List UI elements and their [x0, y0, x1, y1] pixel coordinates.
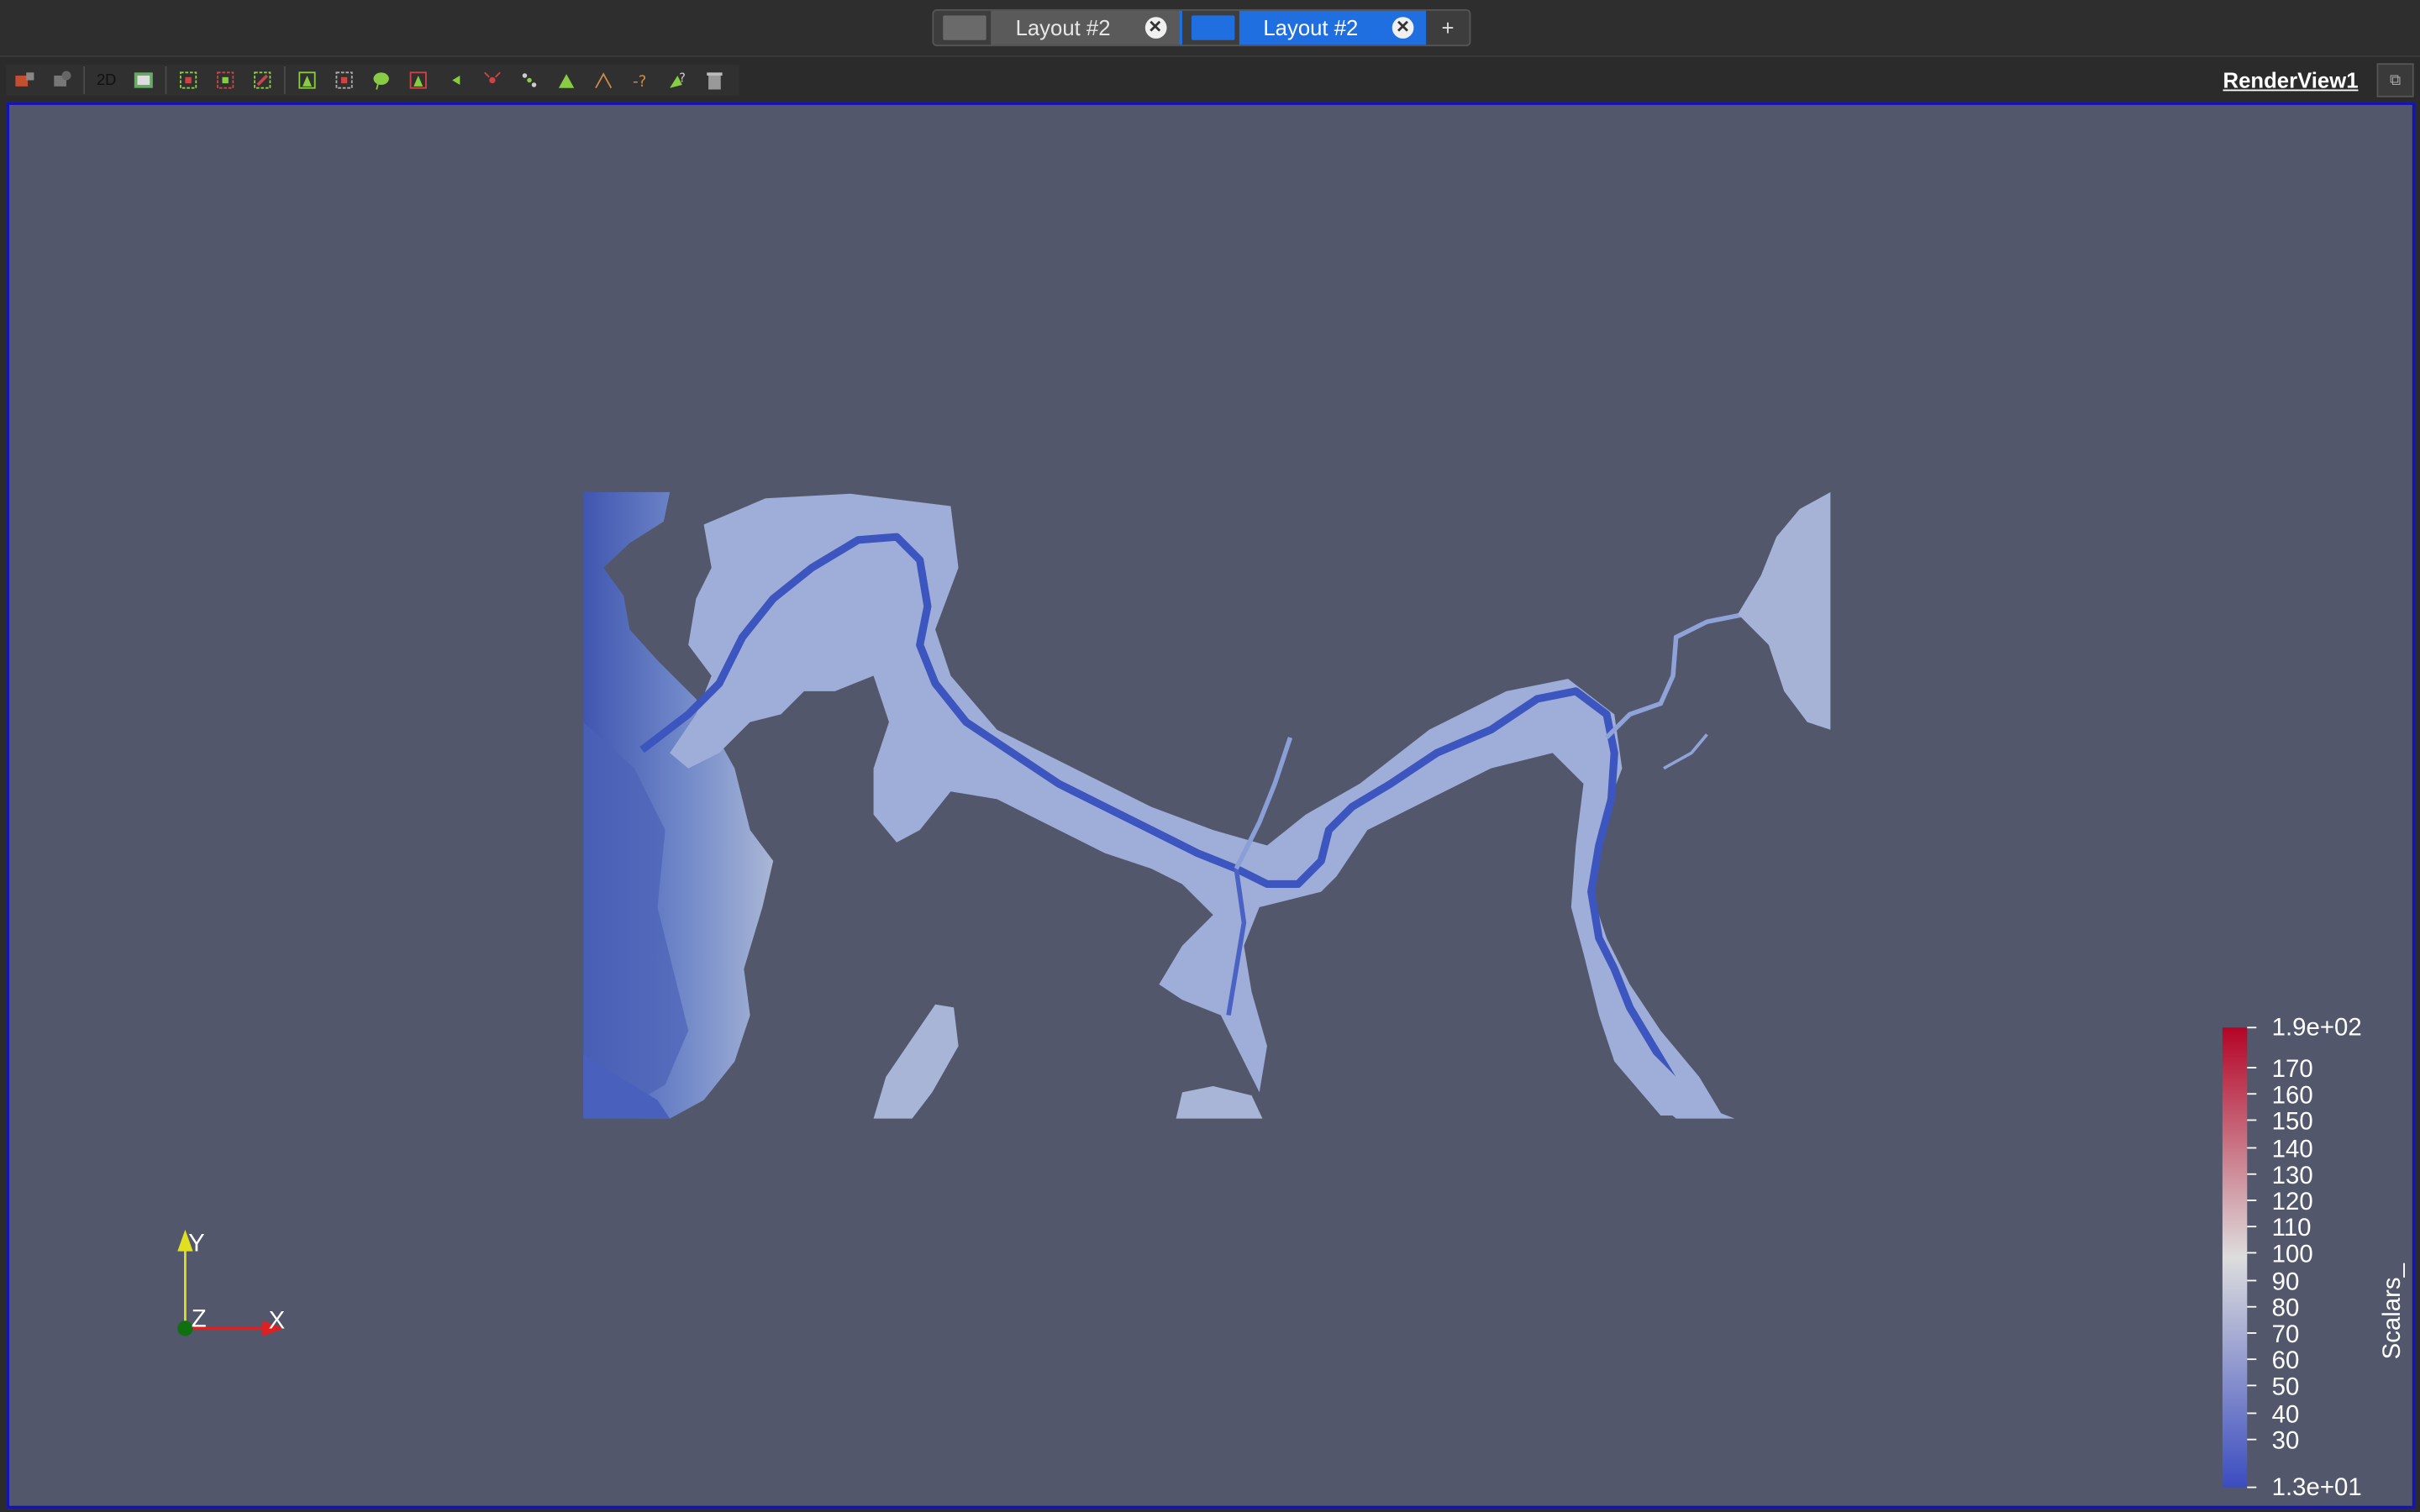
- capture-icon[interactable]: [128, 65, 159, 96]
- select-cells-frustum-icon[interactable]: [247, 65, 278, 96]
- select-faces-icon[interactable]: [588, 65, 619, 96]
- colorbar-bottom-label: 1.3e+01: [2272, 1473, 2362, 1501]
- render-scene[interactable]: 1.9e+02 170 160 150 140 130 120 110 100 …: [9, 105, 2412, 1506]
- y-axis-label: Y: [188, 1230, 205, 1257]
- render-view[interactable]: 1.9e+02 170 160 150 140 130 120 110 100 …: [6, 102, 2416, 1509]
- select-block-icon[interactable]: [329, 65, 360, 96]
- tab-label: Layout #2: [1015, 15, 1111, 40]
- close-tab-icon[interactable]: ✕: [1144, 17, 1166, 39]
- zoom-to-data-icon[interactable]: [46, 65, 77, 96]
- view-options-icon[interactable]: ⧉: [2376, 63, 2414, 97]
- find-data-icon[interactable]: ?: [662, 65, 693, 96]
- colorbar-gradient: [2222, 1027, 2248, 1488]
- toggle-2d-button[interactable]: 2D: [91, 65, 122, 96]
- tab-layout-2[interactable]: Layout #2 ✕: [1238, 10, 1427, 45]
- interactive-select-icon[interactable]: [366, 65, 397, 96]
- colorbar-top-label: 1.9e+02: [2272, 1013, 2362, 1041]
- colorbar-tick-label: 170: [2272, 1055, 2313, 1083]
- select-cells-on-icon[interactable]: [173, 65, 204, 96]
- toolbar-separator: [165, 66, 167, 95]
- z-axis-label: Z: [192, 1305, 207, 1333]
- colorbar-tick-label: 60: [2272, 1347, 2300, 1374]
- colorbar-tick-label: 90: [2272, 1268, 2300, 1296]
- toolbar-separator: [283, 66, 286, 95]
- grow-selection-icon[interactable]: [477, 65, 508, 96]
- terrain-surface: [583, 491, 1831, 1119]
- select-edges-icon[interactable]: [551, 65, 582, 96]
- close-tab-icon[interactable]: ✕: [1392, 17, 1414, 39]
- colorbar-tick-marks: [2247, 1026, 2257, 1488]
- hover-cells-icon[interactable]: [439, 65, 471, 96]
- query-selection-icon[interactable]: -?: [625, 65, 656, 96]
- clear-selection-icon[interactable]: [699, 65, 730, 96]
- shrink-selection-icon[interactable]: [514, 65, 545, 96]
- x-axis-label: X: [269, 1306, 286, 1334]
- hover-points-icon[interactable]: [402, 65, 434, 96]
- reset-camera-icon[interactable]: [9, 65, 40, 96]
- svg-text:?: ?: [679, 71, 686, 85]
- colorbar-tick-label: 80: [2272, 1294, 2300, 1322]
- colorbar-tick-label: 130: [2272, 1162, 2313, 1189]
- colorbar-tick-label: 50: [2272, 1373, 2300, 1400]
- colorbar-tick-label: 70: [2272, 1320, 2300, 1348]
- orientation-axes: Y Z X: [177, 1230, 285, 1336]
- colorbar-tick-label: 110: [2272, 1214, 2312, 1242]
- layout-thumbnail-icon[interactable]: [1191, 15, 1234, 40]
- colorbar-title: Scalars_: [2378, 1263, 2406, 1359]
- add-tab-button[interactable]: +: [1426, 15, 1470, 39]
- colorbar-tick-label: 100: [2272, 1240, 2313, 1268]
- toolbar-separator: [83, 66, 86, 95]
- view-toolbar: 2D -? ? RenderView1: [0, 61, 2420, 99]
- colorbar: 1.9e+02 170 160 150 140 130 120 110 100 …: [2222, 1013, 2406, 1501]
- svg-text:-?: -?: [633, 73, 646, 91]
- layout-thumbnail-icon[interactable]: [943, 15, 986, 40]
- colorbar-tick-label: 160: [2272, 1081, 2313, 1109]
- layout-tab-bar: Layout #2 ✕ Layout #2 ✕ +: [0, 0, 2420, 57]
- tab-layout-1[interactable]: Layout #2 ✕: [991, 10, 1179, 45]
- select-points-frustum-icon[interactable]: [292, 65, 323, 96]
- layout-tab-group: Layout #2 ✕ Layout #2 ✕ +: [932, 9, 1471, 47]
- colorbar-tick-label: 40: [2272, 1400, 2300, 1428]
- colorbar-tick-label: 150: [2272, 1107, 2313, 1135]
- view-title[interactable]: RenderView1: [2223, 68, 2359, 92]
- colorbar-tick-label: 30: [2272, 1427, 2300, 1455]
- tab-divider: [1178, 10, 1182, 45]
- view-tools: 2D -? ?: [6, 65, 739, 96]
- colorbar-tick-label: 140: [2272, 1136, 2313, 1163]
- tab-label: Layout #2: [1263, 15, 1359, 40]
- colorbar-tick-label: 120: [2272, 1188, 2313, 1215]
- select-points-on-icon[interactable]: [210, 65, 241, 96]
